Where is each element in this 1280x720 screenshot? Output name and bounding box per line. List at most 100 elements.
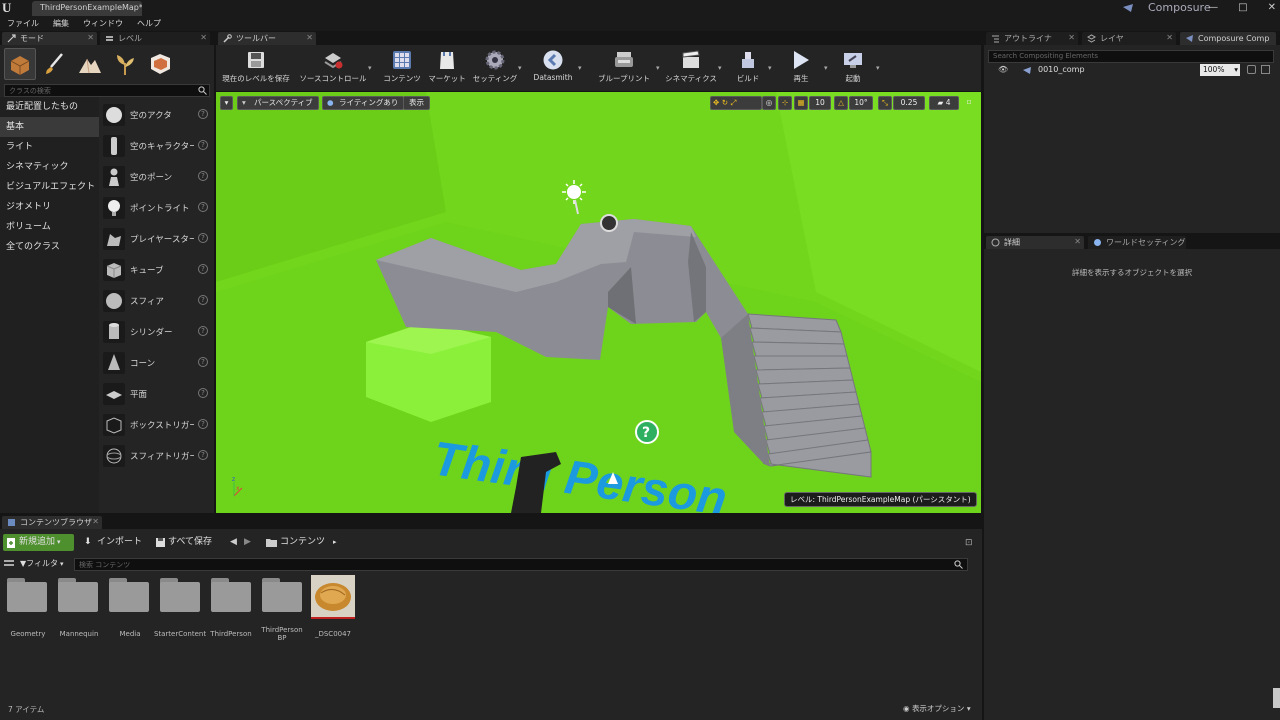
- place-item[interactable]: コーン?: [99, 347, 212, 378]
- tab-details[interactable]: 詳細 ✕: [986, 236, 1084, 249]
- help-icon[interactable]: ?: [198, 171, 208, 181]
- perspective-button[interactable]: ▾ パースペクティブ: [237, 96, 319, 110]
- lighting-mode-button[interactable]: ● ライティングあり: [322, 96, 405, 110]
- rotation-snap-icon[interactable]: △: [834, 96, 848, 110]
- scale-icon[interactable]: ⤢: [730, 98, 736, 107]
- menu-edit[interactable]: 編集: [53, 17, 69, 31]
- surface-snap-icon[interactable]: ⊹: [778, 96, 792, 110]
- sources-toggle-icon[interactable]: [4, 559, 14, 569]
- settings-button[interactable]: セッティング: [472, 48, 518, 88]
- close-icon[interactable]: ✕: [87, 32, 94, 43]
- add-new-button[interactable]: 新規追加 ▾: [3, 534, 74, 551]
- help-sprite-icon[interactable]: ?: [635, 420, 659, 444]
- category-visual-effects[interactable]: ビジュアルエフェクト: [0, 177, 99, 197]
- menu-help[interactable]: ヘルプ: [137, 17, 161, 31]
- place-item[interactable]: シリンダー?: [99, 316, 212, 347]
- menu-window[interactable]: ウィンドウ: [83, 17, 123, 31]
- category-lights[interactable]: ライト: [0, 137, 99, 157]
- history-back-button[interactable]: ◀: [230, 534, 237, 551]
- show-flags-button[interactable]: 表示: [403, 96, 430, 110]
- geometry-edit-mode-button[interactable]: [144, 48, 176, 80]
- help-icon[interactable]: ?: [198, 388, 208, 398]
- place-item[interactable]: 空のキャラクター?: [99, 130, 212, 161]
- camera-speed-button[interactable]: ▰ 4: [929, 96, 959, 110]
- level-document-tab[interactable]: ThirdPersonExampleMap*: [32, 1, 142, 16]
- help-icon[interactable]: ?: [198, 233, 208, 243]
- category-volumes[interactable]: ボリューム: [0, 217, 99, 237]
- maximize-viewport-icon[interactable]: ▫: [963, 96, 975, 110]
- save-all-button[interactable]: すべて保存: [156, 534, 212, 551]
- paint-mode-button[interactable]: [39, 48, 71, 80]
- tab-modes[interactable]: モード ✕: [2, 32, 97, 45]
- help-icon[interactable]: ?: [198, 295, 208, 305]
- grid-snap-value[interactable]: 10: [809, 96, 831, 110]
- close-icon[interactable]: ✕: [1166, 32, 1173, 43]
- close-icon[interactable]: ✕: [1068, 32, 1075, 43]
- datasmith-dropdown-icon[interactable]: ▾: [578, 64, 582, 72]
- datasmith-button[interactable]: Datasmith: [530, 48, 576, 88]
- path-breadcrumb[interactable]: コンテンツ ▸: [266, 534, 337, 551]
- close-button[interactable]: ✕: [1268, 0, 1276, 16]
- reflection-capture-icon[interactable]: [600, 214, 618, 232]
- tab-levels[interactable]: レベル ✕: [100, 32, 210, 45]
- cinematics-button[interactable]: シネマティクス: [664, 48, 718, 88]
- place-item[interactable]: スフィア?: [99, 285, 212, 316]
- help-icon[interactable]: ?: [198, 419, 208, 429]
- rotation-snap-value[interactable]: 10°: [849, 96, 873, 110]
- content-search-input[interactable]: 検索 コンテンツ: [74, 558, 968, 571]
- tab-layers[interactable]: レイヤ ✕: [1082, 32, 1176, 45]
- place-item[interactable]: プレイヤースター?: [99, 223, 212, 254]
- zoom-select[interactable]: 100% ▾: [1200, 64, 1240, 76]
- scrollbar-thumb[interactable]: [1273, 688, 1280, 708]
- content-button[interactable]: コンテンツ: [380, 48, 424, 88]
- category-recent[interactable]: 最近配置したもの: [0, 97, 99, 117]
- comp-item-label[interactable]: 0010_comp: [1038, 65, 1085, 74]
- viewport-options-dropdown[interactable]: ▾: [220, 96, 233, 110]
- rotate-icon[interactable]: ↻: [722, 98, 728, 107]
- source-control-button[interactable]: ソースコントロール: [296, 48, 370, 88]
- class-search-input[interactable]: クラスの検索: [4, 84, 210, 97]
- help-icon[interactable]: ?: [198, 202, 208, 212]
- transform-tools[interactable]: ✥ ↻ ⤢: [710, 96, 762, 110]
- foliage-mode-button[interactable]: [109, 48, 141, 80]
- world-local-toggle-icon[interactable]: ◎: [762, 96, 776, 110]
- close-icon[interactable]: ✕: [1074, 236, 1081, 247]
- grid-snap-icon[interactable]: ▦: [794, 96, 808, 110]
- folder-asset[interactable]: [211, 578, 253, 612]
- place-item[interactable]: ボックストリガー?: [99, 409, 212, 440]
- folder-asset[interactable]: [7, 578, 49, 612]
- close-icon[interactable]: ✕: [200, 32, 207, 43]
- checkbox[interactable]: [1261, 65, 1270, 74]
- category-basic[interactable]: 基本: [0, 117, 99, 137]
- marketplace-button[interactable]: マーケット: [426, 48, 468, 88]
- source-control-dropdown-icon[interactable]: ▾: [368, 64, 372, 72]
- blueprints-dropdown-icon[interactable]: ▾: [656, 64, 660, 72]
- help-icon[interactable]: ?: [198, 450, 208, 460]
- settings-dropdown-icon[interactable]: ▾: [518, 64, 522, 72]
- texture-asset[interactable]: [311, 575, 355, 619]
- folder-asset[interactable]: [160, 578, 202, 612]
- place-item[interactable]: ポイントライト?: [99, 192, 212, 223]
- category-cinematic[interactable]: シネマティック: [0, 157, 99, 177]
- place-item[interactable]: 平面?: [99, 378, 212, 409]
- filters-button[interactable]: ▼フィルタ ▾: [20, 558, 64, 570]
- blueprints-button[interactable]: ブループリント: [594, 48, 654, 88]
- place-mode-button[interactable]: [4, 48, 36, 80]
- category-geometry[interactable]: ジオメトリ: [0, 197, 99, 217]
- close-icon[interactable]: ✕: [306, 32, 313, 43]
- save-current-level-button[interactable]: 現在のレベルを保存: [220, 48, 292, 88]
- level-viewport[interactable]: Third Person ? x z: [216, 92, 981, 513]
- history-forward-button[interactable]: ▶: [244, 534, 251, 551]
- tab-composure[interactable]: Composure Comp: [1180, 32, 1276, 45]
- launch-dropdown-icon[interactable]: ▾: [876, 64, 880, 72]
- folder-asset[interactable]: [262, 578, 304, 612]
- scale-snap-value[interactable]: 0.25: [893, 96, 925, 110]
- import-button[interactable]: ⬇ インポート: [84, 534, 142, 551]
- checkbox[interactable]: [1247, 65, 1256, 74]
- place-item[interactable]: 空のアクタ?: [99, 99, 212, 130]
- folder-asset[interactable]: [109, 578, 151, 612]
- launch-button[interactable]: 起動: [834, 48, 872, 88]
- help-icon[interactable]: ?: [198, 264, 208, 274]
- tab-outliner[interactable]: アウトライナ ✕: [986, 32, 1078, 45]
- help-icon[interactable]: ?: [198, 357, 208, 367]
